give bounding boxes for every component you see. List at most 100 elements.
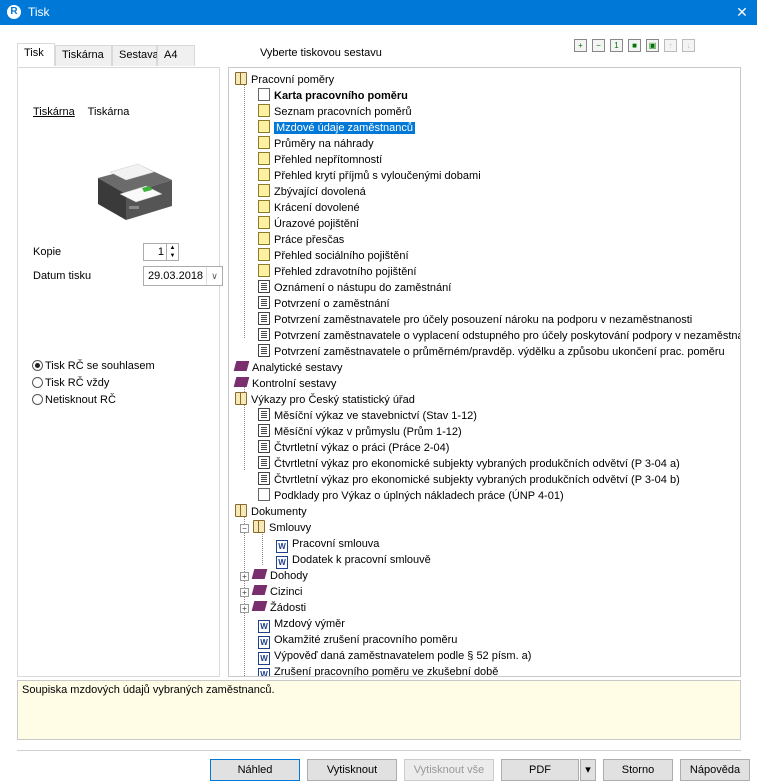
date-value: 29.03.2018	[148, 270, 204, 282]
pdf-dropdown-icon[interactable]: ▾	[580, 759, 596, 781]
close-button[interactable]: ✕	[727, 0, 757, 25]
copies-stepper[interactable]: 1 ▲ ▼	[143, 243, 179, 261]
cancel-button[interactable]: Storno	[603, 759, 673, 781]
radio-label: Tisk RČ se souhlasem	[45, 360, 155, 372]
pdf-button[interactable]: PDF	[501, 759, 579, 781]
tab-a4[interactable]: A4	[157, 45, 195, 66]
item-icon-3[interactable]: ▣	[646, 39, 659, 52]
printer-row: Tiskárna Tiskárna	[33, 106, 129, 118]
spin-arrows-icon[interactable]: ▲ ▼	[166, 244, 178, 260]
item-icon-2[interactable]: ■	[628, 39, 641, 52]
document-icon	[258, 312, 270, 325]
date-picker[interactable]: 29.03.2018 ∨	[143, 266, 223, 286]
collapse-all-icon[interactable]: −	[592, 39, 605, 52]
radio-rc-souhlas[interactable]: Tisk RČ se souhlasem	[32, 360, 155, 372]
move-down-icon[interactable]: ↓	[682, 39, 695, 52]
yellow-page-icon	[258, 264, 270, 277]
tree-item[interactable]: Seznam pracovních poměrů	[258, 104, 412, 120]
expand-toggle-icon[interactable]: +	[240, 572, 249, 581]
tree-item[interactable]: Měsíční výkaz ve stavebnictví (Stav 1-12…	[258, 408, 477, 424]
tab-tiskarna[interactable]: Tiskárna	[55, 45, 112, 66]
tree-item-selected[interactable]: Mzdové údaje zaměstnanců	[258, 120, 415, 136]
help-button[interactable]: Nápověda	[680, 759, 750, 781]
tree-item[interactable]: W Dodatek k pracovní smlouvě	[276, 552, 431, 569]
tree-item[interactable]: W Zrušení pracovního poměru ve zkušební d…	[258, 664, 498, 676]
tree-item[interactable]: Průměry na náhrady	[258, 136, 374, 152]
book-icon	[235, 392, 247, 405]
radio-rc-vzdy[interactable]: Tisk RČ vždy	[32, 377, 109, 389]
tree-item[interactable]: Potvrzení o zaměstnání	[258, 296, 390, 312]
page-icon	[258, 88, 270, 101]
print-all-button[interactable]: Vytisknout vše	[404, 759, 494, 781]
document-icon	[258, 296, 270, 309]
page-icon	[258, 488, 270, 501]
tree-item[interactable]: Podklady pro Výkaz o úplných nákladech p…	[258, 488, 564, 504]
tab-sestava[interactable]: Sestava	[112, 45, 159, 66]
tree-item[interactable]: Přehled sociálního pojištění	[258, 248, 409, 264]
tree-node-zadosti[interactable]: Žádosti	[251, 600, 306, 616]
yellow-page-icon	[258, 232, 270, 245]
tab-tisk[interactable]: Tisk	[17, 43, 55, 66]
tree-item[interactable]: W Okamžité zrušení pracovního poměru	[258, 632, 457, 649]
tree-node-analyticke[interactable]: Analytické sestavy	[233, 360, 342, 376]
tree-node-kontrolni[interactable]: Kontrolní sestavy	[233, 376, 336, 392]
printer-name: Tiskárna	[87, 106, 130, 118]
move-up-icon[interactable]: ↑	[664, 39, 677, 52]
item-icon-1[interactable]: 1	[610, 39, 623, 52]
tree-item[interactable]: Karta pracovního poměru	[258, 88, 408, 104]
tree-item[interactable]: Práce přesčas	[258, 232, 344, 248]
tree-node-pracovni-pomery[interactable]: Pracovní poměry	[235, 72, 334, 88]
tree-node-csu[interactable]: Výkazy pro Český statistický úřad	[235, 392, 415, 408]
expand-toggle-icon[interactable]: +	[240, 604, 249, 613]
radio-netisknout-rc[interactable]: Netisknout RČ	[32, 394, 116, 406]
tree-node-dokumenty[interactable]: Dokumenty	[235, 504, 307, 520]
app-icon: R	[7, 5, 21, 19]
tree-item[interactable]: W Výpověď daná zaměstnavatelem podle § 52…	[258, 648, 531, 665]
tree-node-smlouvy[interactable]: Smlouvy	[253, 520, 311, 536]
report-tree[interactable]: Pracovní poměry Karta pracovního poměru …	[228, 67, 741, 677]
tree-item[interactable]: Krácení dovolené	[258, 200, 360, 216]
yellow-page-icon	[258, 120, 270, 133]
tree-item[interactable]: Potvrzení zaměstnavatele pro účely posou…	[258, 312, 692, 328]
tree-item[interactable]: W Mzdový výměr	[258, 616, 345, 633]
book-icon	[253, 520, 265, 533]
tree-line	[244, 85, 245, 338]
print-settings-panel: Tiskárna Tiskárna Kopie 1 ▲ ▼ Datum tisku…	[17, 67, 223, 677]
tree-item[interactable]: Potvrzení zaměstnavatele o průměrném/pra…	[258, 344, 725, 360]
printer-icon	[98, 163, 172, 220]
tree-item[interactable]: Čtvrtletní výkaz pro ekonomické subjekty…	[258, 472, 680, 488]
print-dialog: Tisk Tiskárna Sestava A4 Tiskárna Tiskár…	[0, 25, 757, 784]
tree-node-dohody[interactable]: Dohody	[251, 568, 308, 584]
purple-book-icon	[251, 585, 268, 595]
radio-checked-icon	[32, 360, 43, 371]
yellow-page-icon	[258, 152, 270, 165]
collapse-toggle-icon[interactable]: −	[240, 524, 249, 533]
word-doc-icon: W	[258, 668, 270, 676]
tree-item[interactable]: Potvrzení zaměstnavatele o vyplacení ods…	[258, 328, 740, 344]
radio-label: Tisk RČ vždy	[45, 377, 110, 389]
tree-item[interactable]: Čtvrtletní výkaz pro ekonomické subjekty…	[258, 456, 680, 472]
expand-all-icon[interactable]: +	[574, 39, 587, 52]
tree-item[interactable]: Přehled krytí příjmů s vyloučenými dobam…	[258, 168, 481, 184]
tree-item[interactable]: Přehled nepřítomností	[258, 152, 382, 168]
print-button[interactable]: Vytisknout	[307, 759, 397, 781]
document-icon	[258, 280, 270, 293]
yellow-page-icon	[258, 136, 270, 149]
tree-item[interactable]: Přehled zdravotního pojištění	[258, 264, 416, 280]
tree-node-cizinci[interactable]: Cizinci	[251, 584, 302, 600]
tree-item[interactable]: Oznámení o nástupu do zaměstnání	[258, 280, 451, 296]
preview-button[interactable]: Náhled	[210, 759, 300, 781]
tree-item[interactable]: W Pracovní smlouva	[276, 536, 379, 553]
description-text: Soupiska mzdových údajů vybraných zaměst…	[22, 684, 275, 696]
printer-link[interactable]: Tiskárna	[33, 106, 75, 118]
purple-book-icon	[251, 569, 268, 579]
tree-item[interactable]: Čtvrtletní výkaz o práci (Práce 2-04)	[258, 440, 449, 456]
tree-item[interactable]: Úrazové pojištění	[258, 216, 359, 232]
tree-item[interactable]: Zbývající dovolená	[258, 184, 366, 200]
tree-item[interactable]: Měsíční výkaz v průmyslu (Prům 1-12)	[258, 424, 462, 440]
expand-toggle-icon[interactable]: +	[240, 588, 249, 597]
yellow-page-icon	[258, 104, 270, 117]
yellow-page-icon	[258, 168, 270, 181]
chevron-down-icon[interactable]: ∨	[206, 267, 222, 285]
yellow-page-icon	[258, 248, 270, 261]
